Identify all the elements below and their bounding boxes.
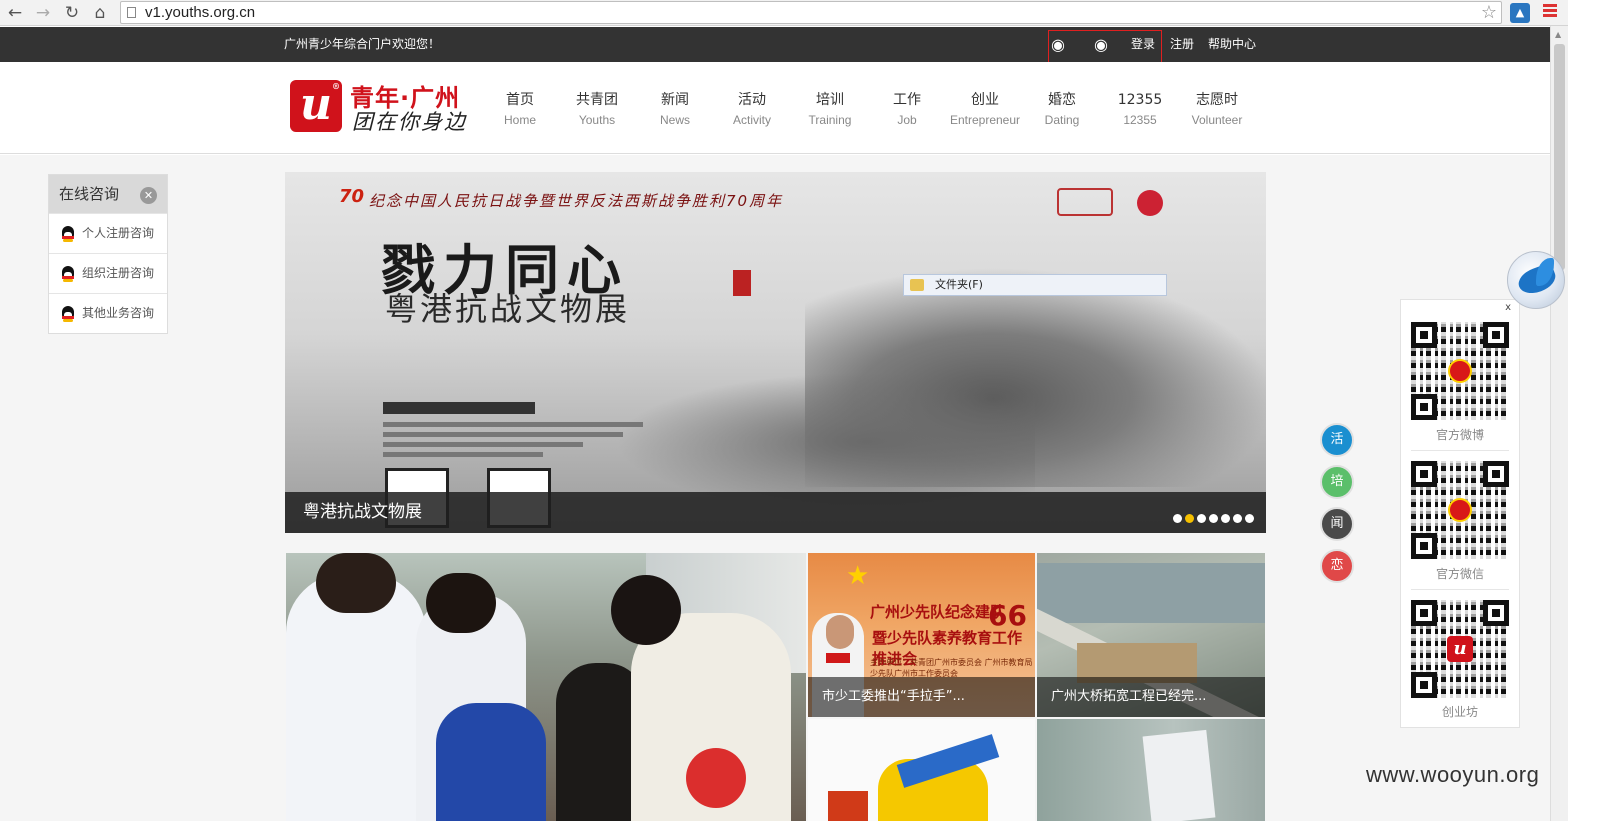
feature-photo[interactable] [286,553,806,821]
slide-dot[interactable] [1221,514,1230,523]
qr-code-panel: x 官方微博 官方微信 u 创业坊 [1400,299,1520,728]
slide-indicators [1170,508,1254,527]
slide-dot[interactable] [1233,514,1242,523]
close-icon[interactable]: ✕ [140,187,157,204]
entrepreneur-qr-code: u [1411,600,1509,698]
scrollbar-thumb[interactable] [1554,44,1565,270]
float-button-activity[interactable]: 活 [1320,423,1354,457]
consult-header: 在线咨询 ✕ [49,175,167,213]
top-bar: 广州青少年综合门户欢迎您！ ◉ ◉ 登录 注册 帮助中心 [0,27,1550,62]
url-text[interactable]: v1.youths.org.cn [145,3,255,23]
watermark-text: www.wooyun.org [1366,762,1540,787]
bird-icon[interactable] [1507,251,1565,309]
folder-icon [910,279,924,291]
banner-band-text: 纪念中国人民抗日战争暨世界反法西斯战争胜利70周年 [369,192,784,210]
consult-item-organization[interactable]: 组织注册咨询 [49,253,167,293]
news-photo-pioneers[interactable]: ★ 广州少先队纪念建队 66 暨少先队素养教育工作推进会 主办单位：共青团广州市… [808,553,1035,717]
wechat-qr-code [1411,461,1509,559]
page-icon [127,7,136,18]
nav-job[interactable]: 工作 Job [867,90,947,130]
consult-item-other[interactable]: 其他业务咨询 [49,293,167,333]
seal-stamp [733,270,751,296]
nav-12355[interactable]: 12355 12355 [1100,90,1180,130]
extension-icon[interactable]: ▲ [1510,3,1530,23]
help-center-link[interactable]: 帮助中心 [1208,27,1256,62]
menu-icon[interactable] [1543,4,1557,20]
qq-icon [61,226,75,242]
nav-volunteer[interactable]: 志愿时 Volunteer [1177,90,1257,130]
forward-icon[interactable]: → [32,2,54,24]
qq-icon [61,306,75,322]
qq-icon [61,266,75,282]
nav-entrepreneur[interactable]: 创业 Entrepreneur [944,90,1026,130]
float-button-news[interactable]: 闻 [1320,507,1354,541]
browser-toolbar: ← → ↻ ⌂ v1.youths.org.cn ☆ ▲ [0,0,1568,26]
consult-item-personal[interactable]: 个人注册咨询 [49,213,167,253]
close-icon[interactable]: x [1505,302,1511,313]
welcome-text: 广州青少年综合门户欢迎您！ [284,37,441,51]
slide-dot[interactable] [1209,514,1218,523]
register-link[interactable]: 注册 [1170,27,1194,62]
reload-icon[interactable]: ↻ [61,2,83,24]
scrollbar[interactable]: ▲ [1550,26,1568,821]
slide-dot[interactable] [1197,514,1206,523]
nav-news[interactable]: 新闻 News [635,90,715,130]
site-header: u ® 青年·广州 团在你身边 首页 Home 共青团 Youths 新闻 News 活… [0,62,1550,154]
banner-caption[interactable]: 粤港抗战文物展 [303,492,422,533]
banner-carousel[interactable]: 70 纪念中国人民抗日战争暨世界反法西斯战争胜利70周年 戮力同心 粤港抗战文物… [285,172,1266,533]
nav-dating[interactable]: 婚恋 Dating [1022,90,1102,130]
weibo-qr-code [1411,322,1509,420]
poster-line3: 主办单位：共青团广州市委员会 广州市教育局 少先队广州市工作委员会 [870,658,1033,678]
slide-dot[interactable] [1173,514,1182,523]
banner-caption-bar: 粤港抗战文物展 [285,492,1266,533]
slide-dot[interactable] [1245,514,1254,523]
logo-mark[interactable]: u ® [290,80,342,132]
bookmark-star-icon[interactable]: ☆ [1481,2,1497,23]
nav-home[interactable]: 首页 Home [480,90,560,130]
nav-activity[interactable]: 活动 Activity [712,90,792,130]
nav-youths[interactable]: 共青团 Youths [557,90,637,130]
window-edge [1568,0,1599,821]
news-caption[interactable]: 广州大桥拓宽工程已经完... [1037,677,1265,717]
slide-dot[interactable] [1185,514,1194,523]
logo-slogan: 团在你身边 [352,110,467,134]
poster-line1: 广州少先队纪念建队 [870,603,1006,621]
online-consult-panel: 在线咨询 ✕ 个人注册咨询 组织注册咨询 其他业务咨询 [48,174,168,334]
address-bar[interactable]: v1.youths.org.cn ☆ [120,1,1502,24]
qr-label-wechat: 官方微信 [1435,567,1484,581]
float-button-training[interactable]: 培 [1320,465,1354,499]
float-button-dating[interactable]: 恋 [1320,549,1354,583]
qr-label-weibo: 官方微博 [1435,428,1484,442]
back-icon[interactable]: ← [4,2,26,24]
emblem-museum [1057,188,1113,216]
news-photo-document[interactable] [1037,719,1265,821]
news-photo-bridge[interactable]: 广州大桥拓宽工程已经完... [1037,553,1265,717]
emblem-logo [1137,190,1163,216]
landscape-art [615,372,1035,512]
news-photo-cartoon[interactable] [808,719,1035,821]
anniversary-number: 70 [339,186,365,207]
context-menu-item-folder[interactable]: 文件夹(F) [903,274,1167,296]
home-icon[interactable]: ⌂ [89,2,111,24]
banner-subheadline: 粤港抗战文物展 [385,290,631,328]
news-caption[interactable]: 市少工委推出“手拉手”... [808,677,1035,717]
nav-training[interactable]: 培训 Training [790,90,870,130]
star-emblem: ★ [846,561,870,591]
scroll-up-icon[interactable]: ▲ [1555,30,1561,39]
qr-label-entrepreneur: 创业坊 [1441,705,1478,719]
consult-title: 在线咨询 [59,185,120,203]
